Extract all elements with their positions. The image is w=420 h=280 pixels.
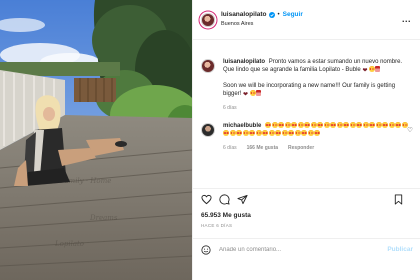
heart-eyes-emoji-icon (362, 122, 369, 128)
heart-eyes-emoji-icon (262, 130, 268, 136)
svg-text:Dreams: Dreams (89, 214, 118, 222)
comment-like-heart-icon[interactable]: ♡ (407, 126, 413, 134)
more-options-icon[interactable]: ... (402, 15, 411, 24)
heart-eyes-emoji-icon (395, 122, 402, 128)
heart-eyes-emoji-icon (307, 130, 314, 136)
share-send-icon[interactable] (237, 194, 248, 205)
heart-eyes-emoji-icon (330, 122, 337, 128)
publish-button[interactable]: Publicar (387, 246, 413, 253)
add-comment-input[interactable] (219, 246, 379, 253)
heart-eyes-emoji-icon (291, 122, 298, 128)
likes-count[interactable]: 65.953 Me gusta (201, 212, 251, 219)
commenter-username[interactable]: michaelbuble (223, 123, 261, 129)
heart-eyes-emoji-icon (368, 66, 375, 72)
comment-meta: 6 días 166 Me gusta Responder (223, 144, 411, 152)
caption-time[interactable]: 6 días (223, 104, 237, 112)
action-bar (193, 188, 420, 210)
heart-eyes-emoji-icon (317, 122, 324, 128)
comment-body: michaelbuble 6 días 166 Me gusta Respond… (223, 122, 411, 152)
heart-eyes-emoji-icon (265, 122, 272, 128)
comment-michaelbuble: michaelbuble 6 días 166 Me gusta Respond… (193, 112, 420, 152)
heart-eyes-emoji-icon (369, 122, 376, 128)
heart-eyes-emoji-icon (297, 122, 304, 128)
like-heart-icon[interactable] (201, 194, 212, 205)
posted-ago[interactable]: HACE 6 DÍAS (201, 223, 232, 228)
heart-eyes-emoji-icon (229, 130, 236, 136)
heart-eyes-emoji-icon (375, 122, 382, 128)
heart-eyes-emoji-icon (223, 130, 229, 136)
instagram-post: Family · Home Dreams Lopilato luisanalop… (0, 0, 420, 280)
commenter-avatar[interactable] (201, 123, 215, 137)
post-photo[interactable]: Family · Home Dreams Lopilato (0, 0, 192, 280)
heart-eyes-emoji-icon (275, 130, 281, 136)
heart-eyes-emoji-icon (304, 122, 311, 128)
comment-likes[interactable]: 166 Me gusta (247, 144, 278, 152)
heart-eyes-emoji-icon (301, 130, 307, 136)
post-location[interactable]: Buenos Aires (221, 21, 303, 28)
comment-text: michaelbuble (223, 122, 411, 138)
heart-eyes-emoji-icon (314, 130, 320, 136)
comment-bubble-icon[interactable] (219, 194, 230, 205)
follow-button[interactable]: Seguir (283, 11, 303, 19)
add-comment-bar: Publicar (193, 238, 420, 260)
heart-eyes-emoji-icon (356, 122, 363, 128)
caption-avatar[interactable] (201, 59, 215, 73)
post-panel: luisanalopilato • Seguir Buenos Aires ..… (192, 0, 420, 280)
caption-text-en-line: Soon we will be incorporating a new name… (223, 82, 411, 98)
caption-username[interactable]: luisanalopilato (223, 59, 265, 65)
heart-eyes-emoji-icon (255, 130, 262, 136)
author-info: luisanalopilato • Seguir Buenos Aires (221, 11, 303, 28)
caption-meta: 6 días (223, 104, 411, 112)
post-header: luisanalopilato • Seguir Buenos Aires ..… (193, 0, 420, 40)
caption: luisanalopilato Pronto vamos a estar sum… (193, 48, 420, 112)
svg-text:Lopilato: Lopilato (54, 240, 84, 248)
heart-eyes-emoji-icon (349, 122, 356, 128)
author-avatar[interactable] (201, 12, 215, 27)
red-heart-emoji-icon (243, 91, 249, 97)
heart-eyes-emoji-icon (249, 90, 256, 96)
heart-eyes-emoji-icon (249, 130, 255, 136)
heart-eyes-emoji-icon (323, 122, 330, 128)
heart-eyes-emoji-icon (242, 130, 249, 136)
heart-eyes-emoji-icon (310, 122, 317, 128)
separator-dot: • (277, 12, 280, 19)
red-heart-emoji-icon (362, 67, 368, 73)
heart-eyes-emoji-icon (271, 122, 278, 128)
emoji-smile-icon[interactable] (201, 244, 211, 255)
heart-eyes-emoji-icon (288, 130, 294, 136)
caption-text-es-line: luisanalopilato Pronto vamos a estar sum… (223, 58, 411, 74)
heart-eyes-emoji-icon (268, 130, 275, 136)
comments-section: luisanalopilato Pronto vamos a estar sum… (193, 48, 420, 152)
save-bookmark-icon[interactable] (393, 194, 404, 205)
heart-eyes-emoji-icon (236, 130, 242, 136)
heart-eyes-emoji-icon (278, 122, 285, 128)
verified-badge-icon (268, 12, 275, 19)
heart-eyes-emoji-icon (343, 122, 350, 128)
comment-time[interactable]: 6 días (223, 144, 237, 152)
heart-eyes-emoji-icon (281, 130, 288, 136)
reply-button[interactable]: Responder (288, 144, 314, 152)
heart-eyes-emoji-icon (388, 122, 395, 128)
ribbon-emoji-icon (375, 66, 381, 72)
ribbon-emoji-icon (256, 90, 262, 96)
caption-body: luisanalopilato Pronto vamos a estar sum… (223, 58, 411, 112)
heart-eyes-emoji-icon (336, 122, 343, 128)
heart-eyes-emoji-icon (382, 122, 389, 128)
photo-image: Family · Home Dreams Lopilato (0, 0, 192, 280)
author-username[interactable]: luisanalopilato (221, 11, 267, 19)
heart-eyes-emoji-icon (284, 122, 291, 128)
heart-eyes-emoji-icon (294, 130, 301, 136)
author-line: luisanalopilato • Seguir (221, 11, 303, 19)
